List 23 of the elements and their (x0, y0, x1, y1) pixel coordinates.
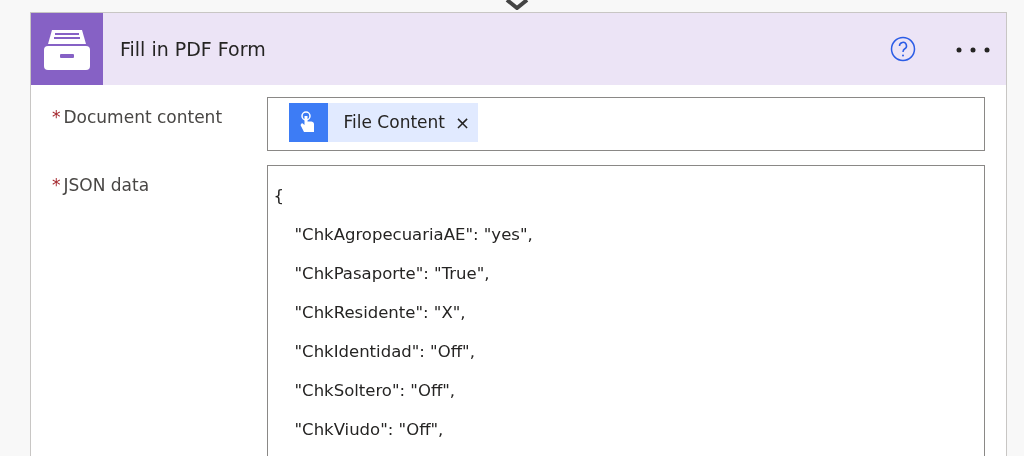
document-content-field[interactable]: File Content × (266, 97, 985, 151)
code-line: "ChkAgropecuariaAE": "yes", (294, 225, 533, 244)
more-icon (956, 46, 992, 53)
code-line: "ChkResidente": "X", (294, 303, 466, 322)
token-label: File Content (343, 110, 445, 134)
help-button[interactable] (890, 36, 916, 62)
arrow-down-icon (504, 0, 530, 10)
code-line: "ChkPasaporte": "True", (294, 264, 490, 283)
json-data-field[interactable]: { "ChkAgropecuariaAE": "yes", "ChkPasaporte": "True", "ChkResidente": "X", "ChkIdentidad": "Off", "ChkSoltero": "Off", "ChkViudo": "Off", (266, 165, 985, 456)
code-line: "ChkViudo": "Off", (294, 420, 444, 439)
help-icon (890, 36, 916, 62)
remove-token-button[interactable]: × (445, 109, 479, 136)
file-content-token[interactable]: File Content × (288, 103, 479, 142)
code-line: "ChkSoltero": "Off", (294, 381, 456, 400)
code-line: { (273, 186, 285, 205)
code-line: "ChkIdentidad": "Off", (294, 342, 475, 361)
hand-pointer-icon (299, 110, 317, 135)
field-label: JSON data (63, 175, 150, 195)
action-title: Fill in PDF Form (120, 36, 267, 62)
file-cabinet-icon (44, 28, 90, 70)
required-asterisk: * (52, 107, 61, 127)
field-label: Document content (63, 107, 223, 127)
required-asterisk: * (52, 175, 61, 195)
